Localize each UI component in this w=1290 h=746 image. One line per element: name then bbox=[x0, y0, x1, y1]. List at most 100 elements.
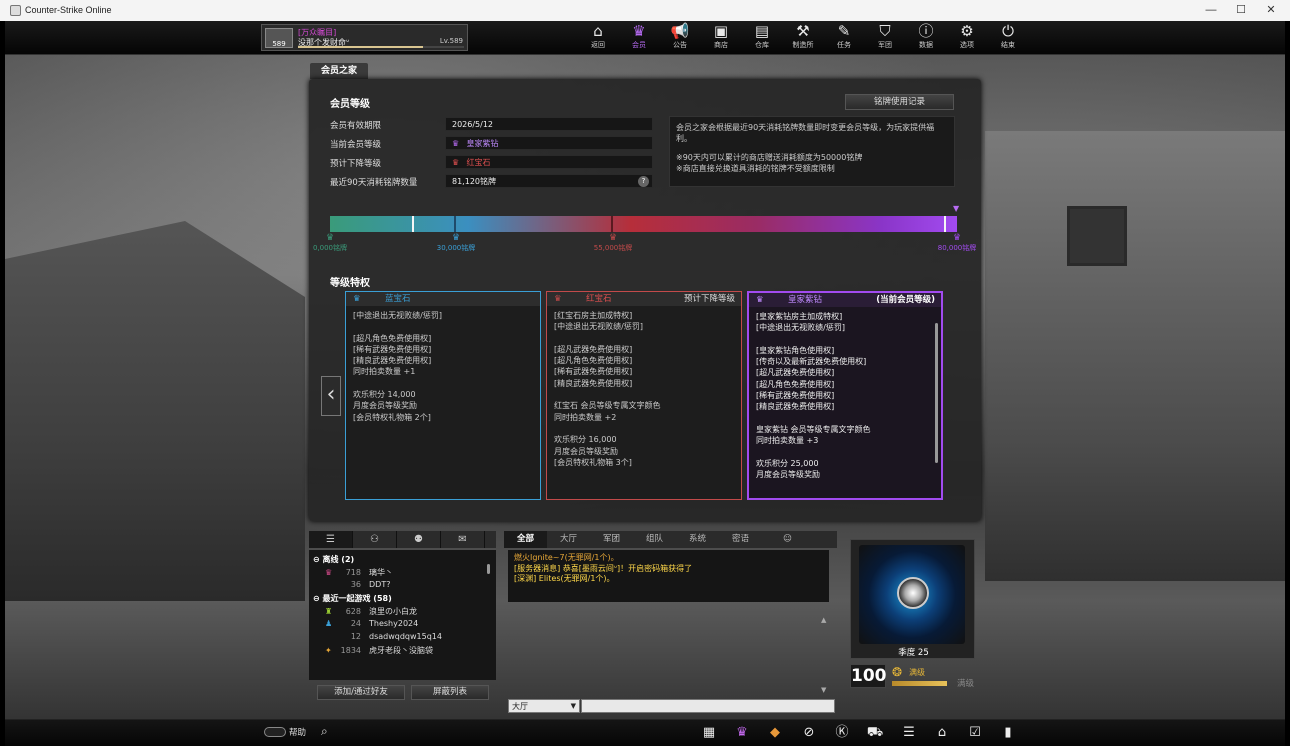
maximize-button[interactable]: ☐ bbox=[1226, 0, 1256, 21]
progress-divider bbox=[454, 216, 456, 232]
friend-level: 12 bbox=[350, 632, 361, 641]
ticket-icon[interactable]: ▮ bbox=[998, 724, 1018, 742]
list-item[interactable]: ♜ 628 浪里の小白龙 bbox=[313, 606, 417, 618]
milestone-marker: ♛ 55,000铭牌 bbox=[591, 233, 635, 253]
close-button[interactable]: ✕ bbox=[1256, 0, 1286, 21]
season-emblem-icon bbox=[859, 545, 965, 644]
nav-mission[interactable]: ✎ 任务 bbox=[825, 23, 863, 53]
chat-input[interactable] bbox=[581, 699, 835, 713]
tab-chat-all[interactable]: 全部 bbox=[504, 531, 547, 548]
nav-storage[interactable]: ▤ 仓库 bbox=[743, 23, 781, 53]
mission-icon: ✎ bbox=[837, 22, 851, 40]
cart-icon[interactable]: ⛟ bbox=[865, 724, 885, 742]
avatar: ♜ bbox=[325, 607, 333, 616]
chevron-left-icon[interactable]: ‹ bbox=[321, 376, 341, 416]
card-royal-diamond[interactable]: ♛ 皇家紫钻 (当前会员等级) [皇家紫钻房主加成特权] [中途退出无视败绩/惩罚]… bbox=[747, 291, 943, 500]
tab-chat-clan[interactable]: 军团 bbox=[590, 531, 633, 548]
info-note-2: ※商店直接兑换道具消耗的铭牌不受额度限制 bbox=[676, 164, 835, 173]
calendar-icon[interactable]: ▦ bbox=[699, 724, 719, 742]
group-count: (58) bbox=[373, 594, 392, 603]
progress-pointer-icon: ▼ bbox=[953, 204, 960, 213]
house-icon[interactable]: ⌂ bbox=[932, 724, 952, 742]
checklist-icon[interactable]: ☰ bbox=[899, 724, 919, 742]
help-toggle[interactable] bbox=[264, 727, 286, 737]
friends-scrollbar[interactable] bbox=[487, 564, 490, 574]
player-profile[interactable]: 589 [万众瞩目] 没那个发财命ᐡ Lv.589 bbox=[261, 24, 468, 51]
emoji-icon[interactable]: ☺ bbox=[766, 531, 809, 548]
season-panel[interactable]: 季度 25 bbox=[850, 539, 975, 659]
check-calendar-icon[interactable]: ☑ bbox=[965, 724, 985, 742]
current-level-value: ♛ 皇家紫钻 bbox=[445, 136, 653, 150]
tab-friend-search[interactable]: ☰ bbox=[309, 531, 353, 548]
badge-record-button[interactable]: 铭牌使用记录 bbox=[845, 94, 954, 110]
list-item[interactable]: ✦ 1834 虎牙老段丶没脑袋 bbox=[313, 645, 433, 657]
friend-name: 浪里の小白龙 bbox=[369, 607, 417, 616]
vip-crown-icon[interactable]: ♛ bbox=[732, 724, 752, 742]
bottom-bar: 帮助 ⌕ ▦ ♛ ◆ ⊘ Ⓚ ⛟ ☰ ⌂ ☑ ▮ bbox=[5, 719, 1285, 746]
tab-chat-team[interactable]: 组队 bbox=[633, 531, 676, 548]
season-label: 季度 25 bbox=[898, 648, 929, 658]
friend-group-offline[interactable]: ⊖ 离线 (2) bbox=[313, 554, 354, 566]
predicted-level-value: ♛ 红宝石 bbox=[445, 155, 653, 169]
chat-scroll-down-icon[interactable]: ▼ bbox=[821, 686, 826, 694]
list-item[interactable]: ♛ 718 璃华丶 bbox=[313, 567, 393, 579]
help-question-icon[interactable]: ? bbox=[638, 176, 649, 187]
tab-chat-lobby[interactable]: 大厅 bbox=[547, 531, 590, 548]
milestone-label: 30,000铭牌 bbox=[436, 244, 476, 252]
compass-icon[interactable]: ⊘ bbox=[799, 724, 819, 742]
tab-chat-whisper[interactable]: 密语 bbox=[719, 531, 762, 548]
nav-label: 结束 bbox=[1001, 41, 1015, 49]
nav-megaphone[interactable]: 📢 公告 bbox=[661, 23, 699, 53]
list-item[interactable]: 12 dsadwqdqw15q14 bbox=[313, 632, 442, 644]
background-building-left bbox=[5, 221, 305, 601]
progress-divider bbox=[412, 216, 414, 232]
add-friend-button[interactable]: 添加/通过好友 bbox=[317, 685, 405, 700]
minimize-button[interactable]: — bbox=[1196, 0, 1226, 21]
card-scrollbar[interactable] bbox=[935, 323, 938, 463]
tab-clan-members-icon[interactable]: ⚉ bbox=[397, 531, 441, 548]
nav-info[interactable]: ⓘ 数据 bbox=[907, 23, 945, 53]
list-item[interactable]: 36 DDT? bbox=[313, 580, 391, 592]
current-level-label: 当前会员等级 bbox=[330, 140, 382, 150]
gold-coin-icon: ❂ bbox=[892, 665, 903, 679]
list-item[interactable]: ♟ 24 Theshy2024 bbox=[313, 619, 418, 631]
nav-power[interactable]: ⏻ 结束 bbox=[989, 23, 1027, 53]
nav-clan[interactable]: ⛉ 军团 bbox=[866, 23, 904, 53]
expiry-date: 2026/5/12 bbox=[452, 120, 494, 129]
nav-crown[interactable]: ♛ 会员 bbox=[620, 23, 658, 53]
friend-name: dsadwqdqw15q14 bbox=[369, 632, 442, 641]
search-icon[interactable]: ⌕ bbox=[321, 724, 328, 739]
chat-scroll-up-icon[interactable]: ▲ bbox=[821, 616, 826, 624]
tab-mail-icon[interactable]: ✉ bbox=[441, 531, 485, 548]
block-list-button[interactable]: 屏蔽列表 bbox=[411, 685, 489, 700]
nav-label: 仓库 bbox=[755, 41, 769, 49]
chat-channel-select[interactable]: 大厅 ▼ bbox=[508, 699, 580, 713]
tab-group-icon[interactable]: ⚇ bbox=[353, 531, 397, 548]
ruby-icon: ♛ bbox=[554, 294, 562, 304]
milestone-icon: ♛ bbox=[608, 233, 618, 243]
friend-group-recent[interactable]: ⊖ 最近一起游戏 (58) bbox=[313, 593, 392, 605]
crown-icon: ♛ bbox=[632, 22, 646, 40]
chat-line: [服务器消息] 恭喜[墨雨云间ᐡ]！开启密码箱获得了 bbox=[514, 563, 693, 573]
help-label: 帮助 bbox=[289, 728, 307, 738]
predicted-level-name: 红宝石 bbox=[466, 158, 491, 167]
progress-current-marker bbox=[944, 216, 947, 232]
friend-level: 36 bbox=[350, 580, 361, 589]
nav-label: 公告 bbox=[673, 41, 687, 49]
nav-label: 数据 bbox=[919, 41, 933, 49]
tab-vip-home[interactable]: 会员之家 bbox=[310, 63, 368, 79]
currency-icon[interactable]: Ⓚ bbox=[832, 724, 852, 742]
chat-panel: 全部 大厅 军团 组队 系统 密语 ☺ 燃火Ignite~7(无罪网/1个)。 … bbox=[504, 531, 837, 701]
nav-craft[interactable]: ⚒ 制造所 bbox=[784, 23, 822, 53]
card-sapphire[interactable]: ♛ 蓝宝石 [中途退出无视败绩/惩罚] [超凡角色免费使用权] [稀有武器免费使用… bbox=[345, 291, 541, 500]
nav-home[interactable]: ⌂ 返回 bbox=[579, 23, 617, 53]
card-ruby[interactable]: ♛ 红宝石 预计下降等级 [红宝石房主加成特权] [中途退出无视败绩/惩罚] [超凡… bbox=[546, 291, 742, 500]
vip-info-box: 会员之家会根据最近90天消耗铭牌数量即时变更会员等级，为玩家提供福利。 ※90天… bbox=[669, 116, 955, 187]
card-tag: 预计下降等级 bbox=[683, 294, 735, 304]
nav-shop[interactable]: ▣ 商店 bbox=[702, 23, 740, 53]
tab-chat-system[interactable]: 系统 bbox=[676, 531, 719, 548]
expiry-value: 2026/5/12 bbox=[445, 117, 653, 131]
group-name: 离线 bbox=[322, 555, 339, 564]
nav-settings[interactable]: ⚙ 选项 bbox=[948, 23, 986, 53]
event-icon[interactable]: ◆ bbox=[765, 724, 785, 742]
